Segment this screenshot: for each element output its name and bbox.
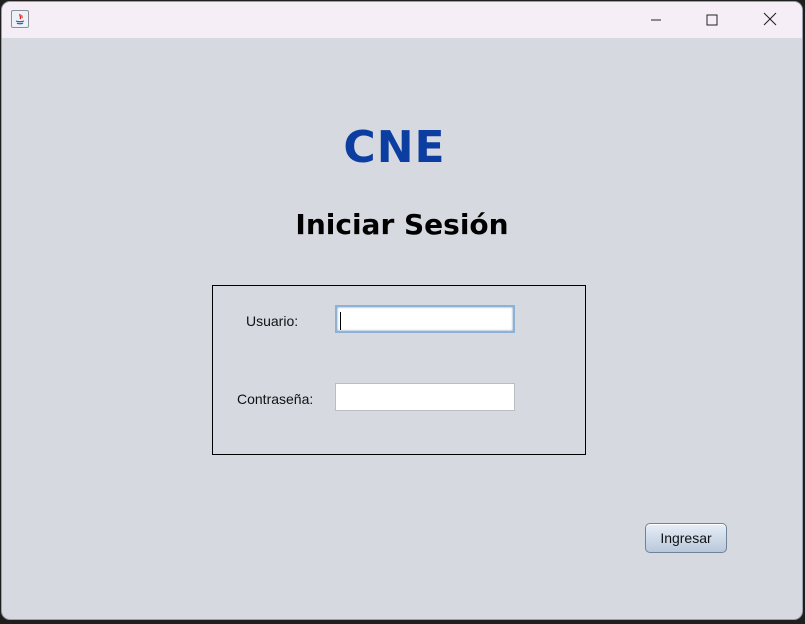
username-label: Usuario: — [246, 313, 299, 329]
minimize-button[interactable] — [628, 2, 684, 38]
password-label: Contraseña: — [237, 391, 314, 407]
login-form-panel: Usuario: Contraseña: — [212, 285, 586, 455]
content-pane: CNE Iniciar Sesión Usuario: Contraseña: … — [2, 38, 802, 619]
maximize-icon — [706, 11, 718, 30]
username-field[interactable] — [335, 305, 515, 333]
close-button[interactable] — [742, 2, 798, 38]
java-app-icon[interactable] — [11, 10, 29, 28]
page-title: Iniciar Sesión — [295, 208, 509, 241]
text-caret — [340, 312, 341, 330]
title-bar[interactable] — [2, 2, 802, 38]
maximize-button[interactable] — [684, 2, 740, 38]
minimize-icon — [650, 11, 662, 30]
password-field[interactable] — [335, 383, 515, 411]
submit-button[interactable]: Ingresar — [645, 523, 727, 553]
close-icon — [763, 11, 777, 30]
app-window: CNE Iniciar Sesión Usuario: Contraseña: … — [2, 2, 802, 619]
brand-title: CNE — [343, 122, 446, 173]
